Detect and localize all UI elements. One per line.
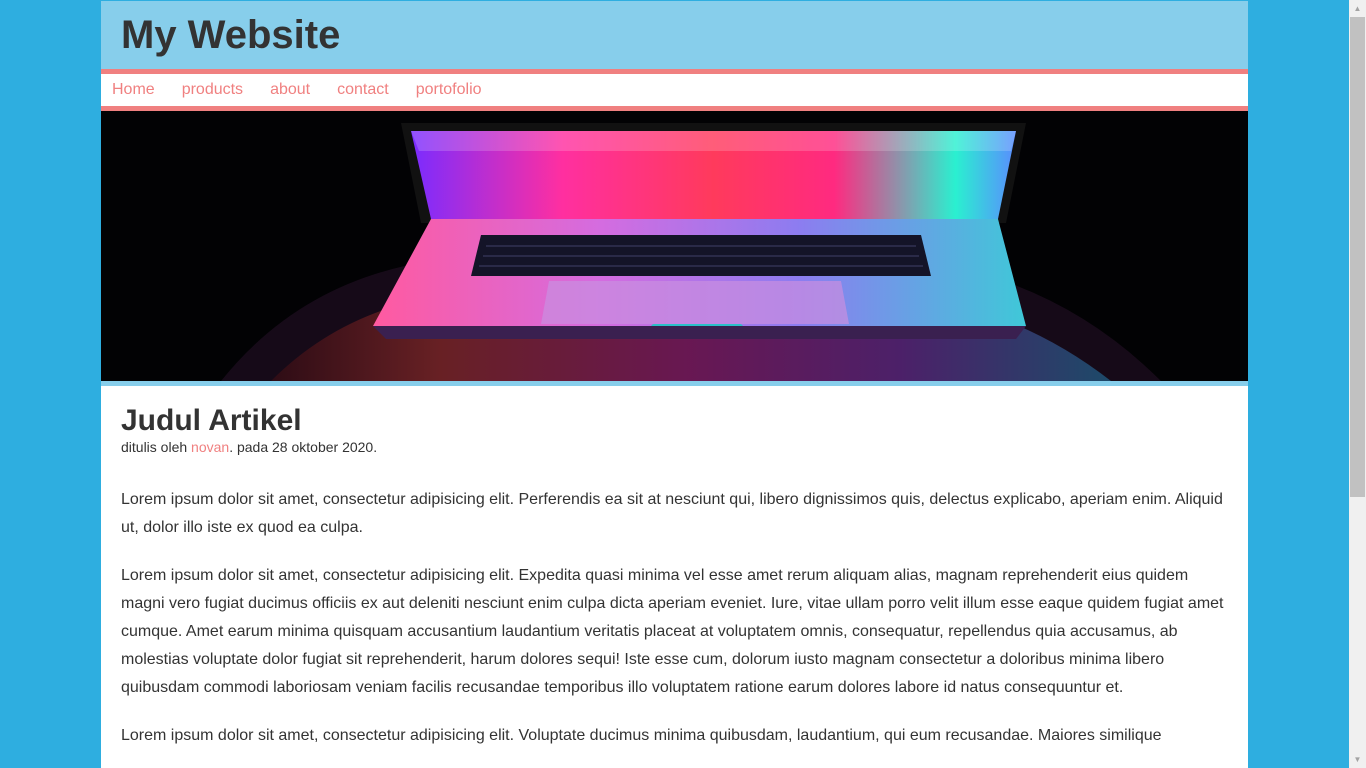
- article-paragraph: Lorem ipsum dolor sit amet, consectetur …: [121, 567, 1224, 696]
- page-container: My Website Home products about contact p…: [101, 1, 1248, 768]
- scroll-down-icon[interactable]: ▼: [1349, 751, 1366, 768]
- hero-banner: [101, 111, 1248, 386]
- site-title: My Website: [121, 13, 341, 57]
- nav-item-portofolio[interactable]: portofolio: [416, 81, 482, 99]
- article-title: Judul Artikel: [121, 404, 302, 437]
- nav-item-products[interactable]: products: [182, 81, 243, 99]
- vertical-scrollbar[interactable]: ▲ ▼: [1349, 0, 1366, 768]
- article-meta: ditulis oleh novan. pada 28 oktober 2020…: [121, 438, 1228, 456]
- article-paragraph: Lorem ipsum dolor sit amet, consectetur …: [121, 727, 1162, 744]
- scroll-up-icon[interactable]: ▲: [1349, 0, 1366, 17]
- nav-item-home[interactable]: Home: [112, 81, 155, 99]
- scrollbar-thumb[interactable]: [1350, 17, 1365, 497]
- meta-prefix: ditulis oleh: [121, 439, 192, 455]
- site-header: My Website: [101, 1, 1248, 69]
- author-link[interactable]: novan: [191, 439, 229, 455]
- article-paragraph: Lorem ipsum dolor sit amet, consectetur …: [121, 491, 1223, 536]
- main-nav: Home products about contact portofolio: [101, 69, 1248, 111]
- nav-item-contact[interactable]: contact: [337, 81, 389, 99]
- laptop-neon-photo: [101, 111, 1248, 381]
- nav-item-about[interactable]: about: [270, 81, 310, 99]
- article: Judul Artikel ditulis oleh novan. pada 2…: [101, 386, 1248, 750]
- meta-suffix: . pada 28 oktober 2020.: [229, 439, 378, 455]
